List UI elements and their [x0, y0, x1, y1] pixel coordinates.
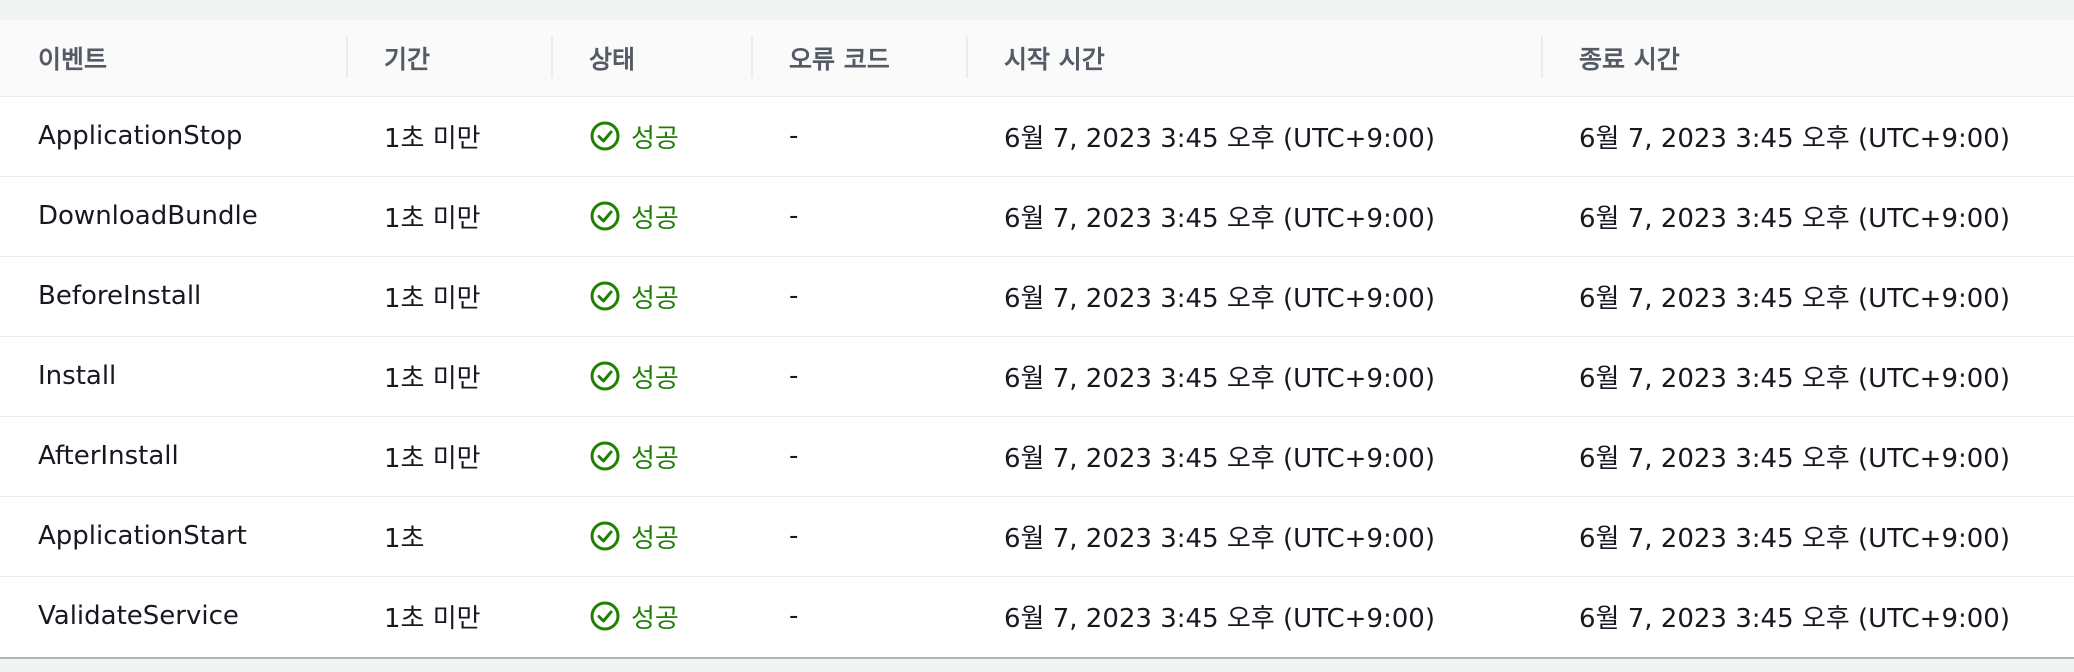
status-cell: 성공: [551, 96, 751, 176]
column-header-event[interactable]: 이벤트: [0, 20, 346, 97]
check-circle-icon: [590, 201, 620, 231]
error-code-cell: -: [789, 361, 799, 391]
check-circle-icon: [590, 281, 620, 311]
event-name-cell: BeforeInstall: [38, 281, 202, 311]
table-row: ApplicationStart 1초 성공 - 6월 7, 2023 3:45…: [0, 496, 2074, 576]
duration-cell: 1초 미만: [384, 283, 481, 314]
status-cell: 성공: [551, 256, 751, 336]
column-divider[interactable]: [346, 36, 348, 78]
deployment-events-table-container: 이벤트 기간 상태 오류 코드 시작 시간 종료 시간 ApplicationS…: [0, 20, 2074, 659]
error-code-cell: -: [789, 201, 799, 231]
start-time-cell: 6월 7, 2023 3:45 오후 (UTC+9:00): [1004, 523, 1435, 554]
column-header-end-time[interactable]: 종료 시간: [1541, 20, 2074, 97]
status-cell: 성공: [551, 336, 751, 416]
event-name-cell: Install: [38, 361, 117, 391]
column-header-start-time-label: 시작 시간: [1004, 44, 1105, 74]
start-time-cell: 6월 7, 2023 3:45 오후 (UTC+9:00): [1004, 443, 1435, 474]
table-row: BeforeInstall 1초 미만 성공 - 6월 7, 2023 3:45…: [0, 256, 2074, 336]
column-header-event-label: 이벤트: [38, 44, 108, 74]
column-header-status-label: 상태: [589, 44, 636, 74]
event-name-cell: DownloadBundle: [38, 201, 258, 231]
end-time-cell: 6월 7, 2023 3:45 오후 (UTC+9:00): [1579, 443, 2010, 474]
end-time-cell: 6월 7, 2023 3:45 오후 (UTC+9:00): [1579, 603, 2010, 634]
end-time-cell: 6월 7, 2023 3:45 오후 (UTC+9:00): [1579, 123, 2010, 154]
check-circle-icon: [590, 441, 620, 471]
error-code-cell: -: [789, 121, 799, 151]
duration-cell: 1초 미만: [384, 123, 481, 154]
column-divider[interactable]: [1541, 36, 1543, 78]
status-label: 성공: [631, 123, 679, 154]
duration-cell: 1초 미만: [384, 603, 481, 634]
status-label: 성공: [631, 363, 679, 394]
status-label: 성공: [631, 523, 679, 554]
table-body: ApplicationStop 1초 미만 성공 - 6월 7, 2023 3:…: [0, 96, 2074, 656]
column-header-duration-label: 기간: [384, 44, 431, 74]
table-row: ValidateService 1초 미만 성공 - 6월 7, 2023 3:…: [0, 576, 2074, 656]
status-cell: 성공: [551, 576, 751, 656]
table-header: 이벤트 기간 상태 오류 코드 시작 시간 종료 시간: [0, 20, 2074, 97]
status-cell: 성공: [551, 496, 751, 576]
column-header-error-code-label: 오류 코드: [789, 44, 890, 74]
column-header-duration[interactable]: 기간: [346, 20, 551, 97]
column-header-start-time[interactable]: 시작 시간: [966, 20, 1541, 97]
status-cell: 성공: [551, 176, 751, 256]
check-circle-icon: [590, 121, 620, 151]
error-code-cell: -: [789, 281, 799, 311]
column-header-error-code[interactable]: 오류 코드: [751, 20, 966, 97]
end-time-cell: 6월 7, 2023 3:45 오후 (UTC+9:00): [1579, 363, 2010, 394]
status-label: 성공: [631, 203, 679, 234]
check-circle-icon: [590, 601, 620, 631]
start-time-cell: 6월 7, 2023 3:45 오후 (UTC+9:00): [1004, 203, 1435, 234]
deployment-events-table: 이벤트 기간 상태 오류 코드 시작 시간 종료 시간 ApplicationS…: [0, 20, 2074, 656]
table-row: AfterInstall 1초 미만 성공 - 6월 7, 2023 3:45 …: [0, 416, 2074, 496]
page: 이벤트 기간 상태 오류 코드 시작 시간 종료 시간 ApplicationS…: [0, 0, 2074, 672]
column-divider[interactable]: [551, 36, 553, 78]
table-row: Install 1초 미만 성공 - 6월 7, 2023 3:45 오후 (U…: [0, 336, 2074, 416]
check-circle-icon: [590, 361, 620, 391]
table-row: ApplicationStop 1초 미만 성공 - 6월 7, 2023 3:…: [0, 96, 2074, 176]
error-code-cell: -: [789, 521, 799, 551]
end-time-cell: 6월 7, 2023 3:45 오후 (UTC+9:00): [1579, 283, 2010, 314]
status-label: 성공: [631, 603, 679, 634]
header-row: 이벤트 기간 상태 오류 코드 시작 시간 종료 시간: [0, 20, 2074, 97]
start-time-cell: 6월 7, 2023 3:45 오후 (UTC+9:00): [1004, 283, 1435, 314]
table-row: DownloadBundle 1초 미만 성공 - 6월 7, 2023 3:4…: [0, 176, 2074, 256]
status-label: 성공: [631, 283, 679, 314]
status-cell: 성공: [551, 416, 751, 496]
status-label: 성공: [631, 443, 679, 474]
column-divider[interactable]: [751, 36, 753, 78]
error-code-cell: -: [789, 441, 799, 471]
error-code-cell: -: [789, 601, 799, 632]
end-time-cell: 6월 7, 2023 3:45 오후 (UTC+9:00): [1579, 523, 2010, 554]
duration-cell: 1초: [384, 523, 425, 554]
end-time-cell: 6월 7, 2023 3:45 오후 (UTC+9:00): [1579, 203, 2010, 234]
event-name-cell: ApplicationStart: [38, 521, 247, 551]
duration-cell: 1초 미만: [384, 203, 481, 234]
duration-cell: 1초 미만: [384, 443, 481, 474]
duration-cell: 1초 미만: [384, 363, 481, 394]
start-time-cell: 6월 7, 2023 3:45 오후 (UTC+9:00): [1004, 603, 1435, 634]
column-header-status[interactable]: 상태: [551, 20, 751, 97]
event-name-cell: ValidateService: [38, 601, 239, 632]
event-name-cell: ApplicationStop: [38, 121, 243, 151]
start-time-cell: 6월 7, 2023 3:45 오후 (UTC+9:00): [1004, 363, 1435, 394]
check-circle-icon: [590, 521, 620, 551]
column-header-end-time-label: 종료 시간: [1579, 44, 1680, 74]
start-time-cell: 6월 7, 2023 3:45 오후 (UTC+9:00): [1004, 123, 1435, 154]
event-name-cell: AfterInstall: [38, 441, 179, 471]
column-divider[interactable]: [966, 36, 968, 78]
